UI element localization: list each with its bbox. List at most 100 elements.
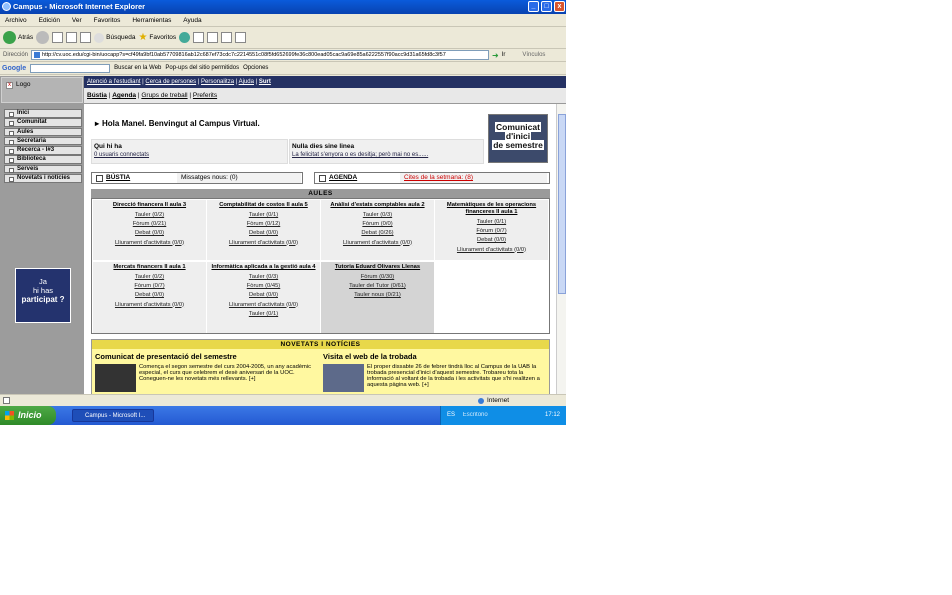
news-image[interactable] [95, 364, 136, 392]
forward-button[interactable] [36, 31, 50, 44]
scrollbar-thumb[interactable] [558, 114, 566, 294]
subnav-favorites[interactable]: Preferits [193, 92, 217, 99]
go-icon[interactable]: ➜ [492, 51, 499, 60]
go-button[interactable]: Ir [502, 52, 506, 58]
classroom-title[interactable]: Anàlisi d'estats comptables aula 2 [321, 202, 434, 209]
participation-banner[interactable]: Ja hi has participat ? [15, 268, 71, 323]
menu-favorites[interactable]: Favoritos [94, 17, 121, 24]
google-options-button[interactable]: Opciones [243, 65, 268, 71]
edit-icon[interactable] [221, 32, 233, 43]
stop-icon[interactable] [52, 32, 64, 43]
history-icon[interactable] [179, 32, 191, 43]
classroom-link[interactable]: Lliurament d'activitats (0/0) [93, 302, 206, 308]
classroom-link[interactable]: Fòrum (0/7) [435, 228, 548, 234]
menu-edit[interactable]: Edición [39, 17, 60, 24]
classroom-link[interactable]: Debat (0/0) [207, 230, 320, 236]
classroom-link[interactable]: Debat (0/0) [435, 237, 548, 243]
classroom-link[interactable]: Tauler (0/1) [207, 212, 320, 218]
news-image[interactable] [323, 364, 364, 392]
nav-item-comunitat[interactable]: Comunitat [4, 118, 82, 127]
subnav-agenda[interactable]: Agenda [112, 92, 136, 99]
nav-item-recerca[interactable]: Recerca - I#3 [4, 146, 82, 155]
classroom-link[interactable]: Lliurament d'activitats (0/0) [207, 302, 320, 308]
mailbox-link[interactable]: BÚSTIA [92, 173, 177, 183]
topnav-customize[interactable]: Personalitza [201, 79, 234, 85]
classroom-title[interactable]: Informàtica aplicada a la gestió aula 4 [207, 264, 320, 271]
search-button[interactable]: Búsqueda [94, 32, 135, 43]
classroom-link[interactable]: Debat (0/0) [207, 292, 320, 298]
messenger-icon[interactable] [235, 32, 247, 43]
classroom-link[interactable]: Lliurament d'activitats (0/0) [435, 247, 548, 253]
print-icon[interactable] [207, 32, 219, 43]
minimize-button[interactable]: _ [528, 1, 539, 12]
popup-blocker-button[interactable]: Pop-ups del sitio permitidos [165, 65, 239, 71]
language-indicator[interactable]: ES [447, 412, 455, 418]
classroom-link[interactable]: Lliurament d'activitats (0/0) [93, 240, 206, 246]
semester-notice-badge[interactable]: Comunicat d'inici de semestre [488, 114, 548, 163]
menu-tools[interactable]: Herramientas [132, 17, 171, 24]
topnav-people-search[interactable]: Cerca de persones [145, 79, 196, 85]
classroom-link[interactable]: Tauler (0/2) [93, 212, 206, 218]
menu-view[interactable]: Ver [72, 17, 82, 24]
google-search-web-button[interactable]: Buscar en la Web [114, 65, 161, 71]
nav-item-serveis[interactable]: Serveis [4, 164, 82, 174]
agenda-link[interactable]: AGENDA [315, 173, 400, 183]
classroom-link[interactable]: Fòrum (0/12) [207, 221, 320, 227]
classroom-link[interactable]: Fòrum (0/30) [321, 274, 434, 280]
classroom-link[interactable]: Fòrum (0/45) [207, 283, 320, 289]
classroom-link[interactable]: Tauler del Tutor (0/61) [321, 283, 434, 289]
nav-item-inici[interactable]: Inici [4, 109, 82, 118]
subnav-mailbox[interactable]: Bústia [87, 92, 107, 99]
classroom-link[interactable]: Fòrum (0/7) [93, 283, 206, 289]
classroom-link[interactable]: Fòrum (0/21) [93, 221, 206, 227]
links-label[interactable]: Vínculos [522, 52, 545, 58]
classroom-link[interactable]: Debat (0/0) [93, 230, 206, 236]
quote-link[interactable]: La felicitat s'enyora o es desitja; però… [292, 152, 428, 158]
start-button[interactable]: Inicio [0, 406, 56, 425]
topnav-logout[interactable]: Surt [259, 79, 271, 85]
classroom-title[interactable]: Tutoria Eduard Olivares Llenas [321, 264, 434, 271]
classroom-link[interactable]: Tauler (0/1) [207, 311, 320, 317]
topnav-help[interactable]: Ajuda [239, 79, 254, 85]
classroom-link[interactable]: Debat (0/26) [321, 230, 434, 236]
taskbar-ie-button[interactable]: Campus - Microsoft I... [72, 409, 154, 422]
classroom-title[interactable]: Mercats financers II aula 1 [93, 264, 206, 271]
subnav-workgroups[interactable]: Grups de treball [141, 92, 187, 99]
news-title[interactable]: Visita el web de la trobada [323, 352, 545, 361]
classroom-link[interactable]: Tauler (0/1) [435, 219, 548, 225]
classroom-link[interactable]: Debat (0/0) [93, 292, 206, 298]
who-online-link[interactable]: 0 usuaris connectats [94, 152, 149, 158]
classroom-link[interactable]: Lliurament d'activitats (0/0) [207, 240, 320, 246]
google-logo[interactable]: Google [2, 65, 26, 72]
mail-icon[interactable] [193, 32, 205, 43]
favorites-button[interactable]: ★ Favoritos [138, 32, 176, 43]
classroom-link[interactable]: Tauler (0/3) [321, 212, 434, 218]
desktop-label[interactable]: Escritorio [463, 412, 488, 418]
classroom-link[interactable]: Tauler nous (0/21) [321, 292, 434, 298]
classroom-link[interactable]: Tauler (0/2) [93, 274, 206, 280]
classroom-title[interactable]: Matemàtiques de les operacions financere… [435, 202, 548, 216]
nav-item-biblioteca[interactable]: Biblioteca [4, 155, 82, 164]
menu-help[interactable]: Ayuda [183, 17, 201, 24]
vertical-scrollbar[interactable] [556, 104, 566, 394]
classroom-link[interactable]: Lliurament d'activitats (0/0) [321, 240, 434, 246]
nav-item-aules[interactable]: Aules [4, 127, 82, 137]
address-input[interactable]: http://cv.uoc.edu/cgi-bin/uocapp?s=cf49f… [31, 50, 490, 60]
menu-file[interactable]: Archivo [5, 17, 27, 24]
back-button[interactable]: Atrás [3, 31, 33, 44]
status-bar: Internet [0, 394, 566, 406]
close-button[interactable]: x [554, 1, 565, 12]
news-title[interactable]: Comunicat de presentació del semestre [95, 352, 317, 361]
classroom-link[interactable]: Tauler (0/3) [207, 274, 320, 280]
nav-item-secretaria[interactable]: Secretaria [4, 136, 82, 146]
google-search-input[interactable] [30, 63, 111, 73]
topnav-student-support[interactable]: Atenció a l'estudiant [87, 79, 141, 85]
classroom-title[interactable]: Direcció financera II aula 3 [93, 202, 206, 209]
home-icon[interactable] [80, 32, 92, 43]
refresh-icon[interactable] [66, 32, 78, 43]
classroom-link[interactable]: Fòrum (0/0) [321, 221, 434, 227]
classroom-title[interactable]: Comptabilitat de costos II aula 5 [207, 202, 320, 209]
maximize-button[interactable]: □ [541, 1, 552, 12]
agenda-count[interactable]: Cites de la setmana: (8) [400, 173, 547, 183]
nav-item-novetats[interactable]: Novetats i notícies [4, 174, 82, 183]
